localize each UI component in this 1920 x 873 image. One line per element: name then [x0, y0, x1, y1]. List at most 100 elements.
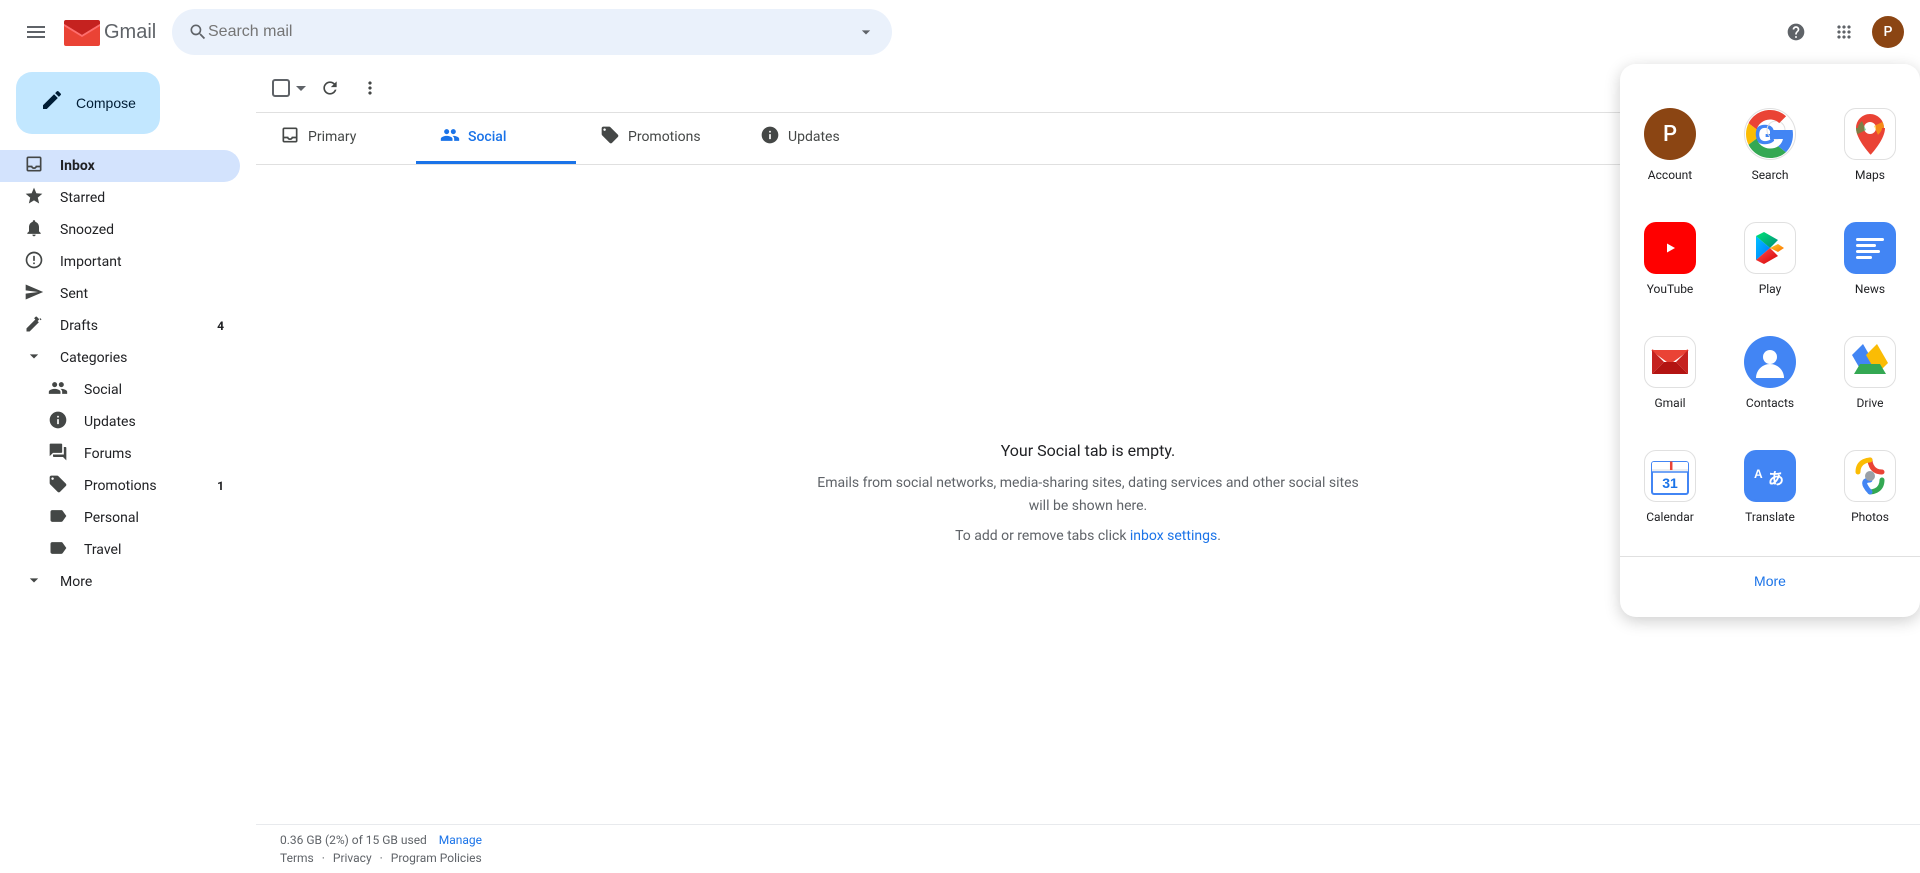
tab-primary[interactable]: Primary: [256, 113, 416, 164]
important-label: Important: [60, 254, 122, 270]
sidebar-item-drafts[interactable]: Drafts 4: [0, 310, 240, 342]
menu-icon[interactable]: [16, 12, 56, 52]
inbox-label: Inbox: [60, 158, 95, 174]
app-contacts[interactable]: Contacts: [1724, 320, 1816, 426]
gmail-logo[interactable]: Gmail: [64, 19, 156, 46]
forums-label: Forums: [84, 446, 132, 462]
app-play[interactable]: Play: [1724, 206, 1816, 312]
starred-icon: [24, 186, 44, 210]
sidebar-item-personal[interactable]: Personal: [0, 502, 240, 534]
search-input[interactable]: [208, 23, 848, 41]
personal-icon: [48, 506, 68, 530]
travel-icon: [48, 538, 68, 562]
snoozed-label: Snoozed: [60, 222, 114, 238]
storage-usage: 0.36 GB (2%) of 15 GB used: [280, 833, 427, 847]
tab-promotions[interactable]: Promotions: [576, 113, 736, 164]
more-options-button[interactable]: [354, 72, 386, 104]
sidebar-item-promotions[interactable]: Promotions 1: [0, 470, 240, 502]
search-icon[interactable]: [188, 22, 208, 42]
svg-text:▐: ▐: [1668, 461, 1673, 471]
tab-social[interactable]: Social: [416, 113, 576, 164]
drafts-icon: [24, 314, 44, 338]
sent-label: Sent: [60, 286, 88, 302]
app-youtube[interactable]: YouTube: [1624, 206, 1716, 312]
top-right-actions: P: [1776, 12, 1904, 52]
apps-button[interactable]: [1824, 12, 1864, 52]
app-contacts-label: Contacts: [1746, 396, 1794, 410]
sidebar-item-social[interactable]: Social: [0, 374, 240, 406]
sidebar-item-forums[interactable]: Forums: [0, 438, 240, 470]
sidebar-item-starred[interactable]: Starred: [0, 182, 240, 214]
support-button[interactable]: [1776, 12, 1816, 52]
app-gmail[interactable]: Gmail: [1624, 320, 1716, 426]
empty-state-link-text: To add or remove tabs click inbox settin…: [817, 525, 1359, 547]
inbox-settings-link[interactable]: inbox settings: [1130, 528, 1217, 544]
promotions-label: Promotions: [84, 478, 157, 494]
sidebar-item-updates[interactable]: Updates: [0, 406, 240, 438]
sidebar-item-important[interactable]: Important: [0, 246, 240, 278]
primary-tab-icon: [280, 125, 300, 149]
app-gmail-label: Gmail: [1654, 396, 1685, 410]
app-search-label: Search: [1752, 168, 1789, 182]
updates-tab-icon: [760, 125, 780, 149]
sidebar-item-inbox[interactable]: Inbox: [0, 150, 240, 182]
avatar[interactable]: P: [1872, 16, 1904, 48]
app-drive-label: Drive: [1857, 396, 1884, 410]
app-photos[interactable]: Photos: [1824, 434, 1916, 540]
apps-panel: P Account G Sea: [1620, 64, 1920, 617]
sidebar-item-sent[interactable]: Sent: [0, 278, 240, 310]
privacy-link[interactable]: Privacy: [333, 851, 372, 865]
empty-state: Your Social tab is empty. Emails from so…: [777, 401, 1399, 587]
compose-icon: [40, 88, 64, 118]
promotions-count: 1: [217, 479, 224, 493]
updates-icon: [48, 410, 68, 434]
categories-label: Categories: [60, 350, 127, 366]
compose-label: Compose: [76, 95, 136, 111]
tab-updates[interactable]: Updates: [736, 113, 896, 164]
svg-text:あ: あ: [1768, 470, 1784, 488]
select-all-checkbox[interactable]: [272, 79, 290, 97]
app-account[interactable]: P Account: [1624, 92, 1716, 198]
footer-links: Terms · Privacy · Program Policies: [280, 851, 1896, 865]
svg-text:31: 31: [1662, 475, 1678, 491]
primary-tab-label: Primary: [308, 129, 356, 145]
apps-more-button[interactable]: More: [1738, 565, 1802, 597]
app-drive[interactable]: Drive: [1824, 320, 1916, 426]
app-account-label: Account: [1648, 168, 1692, 182]
refresh-button[interactable]: [314, 72, 346, 104]
app-maps-label: Maps: [1855, 168, 1885, 182]
app-news-label: News: [1855, 282, 1885, 296]
compose-button[interactable]: Compose: [16, 72, 160, 134]
starred-label: Starred: [60, 190, 105, 206]
app-news[interactable]: News: [1824, 206, 1916, 312]
sidebar-item-travel[interactable]: Travel: [0, 534, 240, 566]
updates-tab-label: Updates: [788, 129, 840, 145]
svg-text:Gmail: Gmail: [104, 21, 156, 43]
terms-link[interactable]: Terms: [280, 851, 314, 865]
app-photos-label: Photos: [1851, 510, 1889, 524]
search-bar[interactable]: [172, 9, 892, 55]
manage-link[interactable]: Manage: [439, 833, 482, 847]
svg-text:A: A: [1754, 467, 1763, 481]
app-search[interactable]: G Search: [1724, 92, 1816, 198]
sidebar-item-snoozed[interactable]: Snoozed: [0, 214, 240, 246]
app-play-label: Play: [1759, 282, 1782, 296]
app-calendar[interactable]: 31 ▐ Calendar: [1624, 434, 1716, 540]
program-policies-link[interactable]: Program Policies: [391, 851, 482, 865]
sent-icon: [24, 282, 44, 306]
select-chevron-icon[interactable]: [296, 86, 306, 91]
sidebar-more[interactable]: More: [0, 566, 240, 598]
storage-info: 0.36 GB (2%) of 15 GB used Manage: [280, 833, 1896, 847]
app-maps[interactable]: Maps: [1824, 92, 1916, 198]
app-translate[interactable]: A あ Translate: [1724, 434, 1816, 540]
sidebar: Compose Inbox Starred S: [0, 64, 256, 873]
more-label: More: [60, 574, 92, 590]
apps-grid: P Account G Sea: [1620, 80, 1920, 552]
inbox-icon: [24, 154, 44, 178]
more-icon: [24, 570, 44, 594]
top-bar: Gmail: [0, 0, 1920, 64]
drafts-count: 4: [217, 319, 224, 333]
search-expand-icon[interactable]: [856, 22, 876, 42]
categories-header[interactable]: Categories: [0, 342, 256, 374]
promotions-icon: [48, 474, 68, 498]
